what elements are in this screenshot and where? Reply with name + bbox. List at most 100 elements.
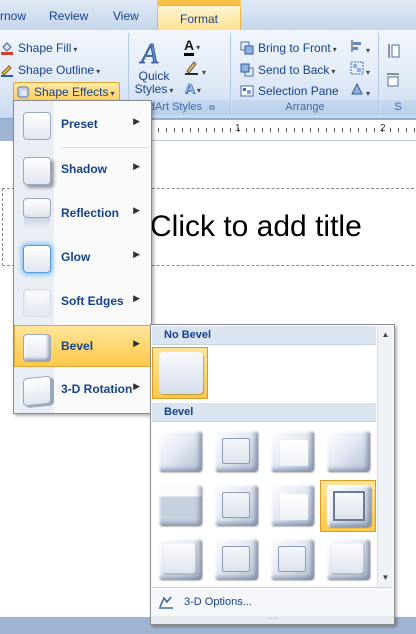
- send-to-back-label: Send to Back: [258, 63, 330, 77]
- menu-item-glow[interactable]: Glow ▶: [15, 237, 150, 277]
- bevel-relaxed-inset-icon: [214, 430, 258, 472]
- horizontal-ruler: 1 2: [150, 120, 416, 141]
- chevron-down-icon: ▾: [196, 86, 201, 95]
- chevron-down-icon: ▾: [196, 43, 201, 52]
- shape-fill-label: Shape Fill: [18, 41, 72, 55]
- soft-edges-thumbnail-icon: [23, 289, 51, 317]
- chevron-right-icon: ▶: [133, 249, 140, 259]
- menu-item-shadow[interactable]: Shadow ▶: [15, 149, 150, 189]
- title-placeholder-text[interactable]: Click to add title: [150, 210, 362, 244]
- pen-icon: [185, 61, 198, 75]
- menu-item-label: Shadow: [61, 162, 108, 176]
- chevron-down-icon: ▾: [73, 45, 78, 54]
- menu-item-3d-rotation[interactable]: 3-D Rotation ▶: [15, 369, 150, 409]
- bevel-option-art-deco[interactable]: [320, 534, 376, 586]
- bevel-thumbnail-icon: [23, 334, 51, 362]
- rotate-icon: [351, 82, 363, 95]
- text-fill-button[interactable]: A ▾: [184, 37, 216, 56]
- shape-effects-button[interactable]: Shape Effects ▾: [13, 82, 120, 102]
- dialog-launcher-icon[interactable]: ⧉: [209, 103, 215, 112]
- bevel-divot-icon: [158, 538, 202, 580]
- bevel-cool-slant-icon: [326, 430, 370, 472]
- no-bevel-option[interactable]: [152, 347, 208, 399]
- size-group: S: [380, 33, 416, 115]
- send-to-back-button[interactable]: Send to Back ▾: [240, 61, 335, 79]
- bevel-option-relaxed-inset[interactable]: [208, 426, 264, 478]
- bevel-option-angle[interactable]: [152, 480, 208, 532]
- shape-width-field[interactable]: [386, 71, 414, 89]
- menu-item-bevel[interactable]: Bevel ▶: [14, 325, 151, 367]
- chevron-down-icon: ▾: [366, 68, 371, 77]
- group-button[interactable]: ▾: [350, 61, 374, 79]
- resize-grip-icon[interactable]: ····: [151, 615, 394, 624]
- bevel-option-hard-edge[interactable]: [264, 534, 320, 586]
- bevel-option-soft-round[interactable]: [208, 480, 264, 532]
- quick-styles-button[interactable]: A Quick Styles ▾: [134, 35, 174, 99]
- bevel-option-convex[interactable]: [264, 480, 320, 532]
- bring-to-front-button[interactable]: Bring to Front ▾: [240, 39, 337, 57]
- bevel-option-divot[interactable]: [152, 534, 208, 586]
- tab-slide-show[interactable]: rnow: [0, 9, 26, 23]
- menu-item-soft-edges[interactable]: Soft Edges ▶: [15, 281, 150, 321]
- bevel-riblet-icon: [214, 538, 258, 580]
- menu-separator: [60, 147, 149, 148]
- svg-text:A: A: [139, 39, 159, 67]
- tab-view[interactable]: View: [113, 9, 139, 23]
- shape-height-field[interactable]: [386, 43, 414, 61]
- align-button[interactable]: ▾: [350, 39, 374, 57]
- text-outline-button[interactable]: ▾: [184, 59, 216, 77]
- wordart-a-icon: A: [139, 39, 160, 71]
- chevron-down-icon: ▾: [110, 89, 115, 98]
- shape-outline-button[interactable]: Shape Outline ▾: [0, 61, 100, 79]
- paint-bucket-icon: [0, 41, 14, 55]
- tab-format[interactable]: Format: [157, 0, 241, 32]
- size-group-label: S: [380, 100, 416, 115]
- bevel-option-riblet[interactable]: [208, 534, 264, 586]
- shape-outline-label: Shape Outline: [18, 63, 95, 77]
- scroll-up-icon[interactable]: ▲: [378, 328, 393, 342]
- bevel-slope-icon: [327, 485, 371, 527]
- bevel-hard-edge-icon: [270, 538, 314, 580]
- 3d-options-item[interactable]: 3-D Options...: [152, 587, 393, 616]
- chevron-right-icon: ▶: [133, 338, 140, 348]
- height-icon: [388, 44, 400, 58]
- rotate-button[interactable]: ▾: [350, 82, 374, 100]
- menu-item-label: 3-D Rotation: [61, 382, 133, 396]
- chevron-down-icon: ▾: [332, 45, 337, 54]
- chevron-right-icon: ▶: [133, 161, 140, 171]
- menu-item-label: Glow: [61, 250, 91, 264]
- chevron-down-icon: ▾: [366, 46, 371, 55]
- bevel-option-cool-slant[interactable]: [320, 426, 376, 478]
- gallery-scrollbar[interactable]: ▲ ▼: [377, 326, 393, 587]
- 3d-options-icon: [158, 594, 174, 610]
- preset-thumbnail-icon: [23, 112, 51, 140]
- quick-styles-label-2: Styles: [134, 82, 168, 96]
- chevron-down-icon: ▾: [202, 68, 207, 77]
- bevel-option-slope[interactable]: [320, 480, 376, 532]
- reflection-glow-icon: [24, 218, 50, 228]
- align-icon: [351, 40, 361, 52]
- menu-item-reflection[interactable]: Reflection ▶: [15, 193, 150, 233]
- menu-item-label: Preset: [61, 117, 98, 131]
- chevron-down-icon: ▾: [331, 67, 336, 76]
- no-bevel-thumbnail-icon: [159, 352, 203, 394]
- text-fill-icon: A: [184, 37, 195, 56]
- arrange-group: Bring to Front ▾ Send to Back ▾ Selection …: [232, 33, 379, 115]
- text-effects-icon: A: [184, 80, 195, 97]
- width-icon: [387, 73, 399, 87]
- reflection-thumbnail-icon: [23, 198, 51, 218]
- selection-pane-button[interactable]: Selection Pane: [240, 82, 339, 100]
- no-bevel-heading: No Bevel: [152, 326, 376, 345]
- selection-pane-icon: [240, 84, 254, 98]
- menu-item-preset[interactable]: Preset ▶: [15, 104, 150, 144]
- bevel-option-circle[interactable]: [152, 426, 208, 478]
- shape-effects-menu: Preset ▶ Shadow ▶ Reflection ▶ Glow ▶ So…: [13, 100, 152, 414]
- scroll-down-icon[interactable]: ▼: [378, 571, 393, 585]
- ruler-ticks: [150, 128, 416, 132]
- chevron-right-icon: ▶: [133, 381, 140, 391]
- text-effects-button[interactable]: A ▾: [184, 80, 216, 98]
- bevel-option-cross[interactable]: [264, 426, 320, 478]
- chevron-right-icon: ▶: [133, 116, 140, 126]
- shape-fill-button[interactable]: Shape Fill ▾: [0, 39, 77, 57]
- tab-review[interactable]: Review: [49, 9, 88, 23]
